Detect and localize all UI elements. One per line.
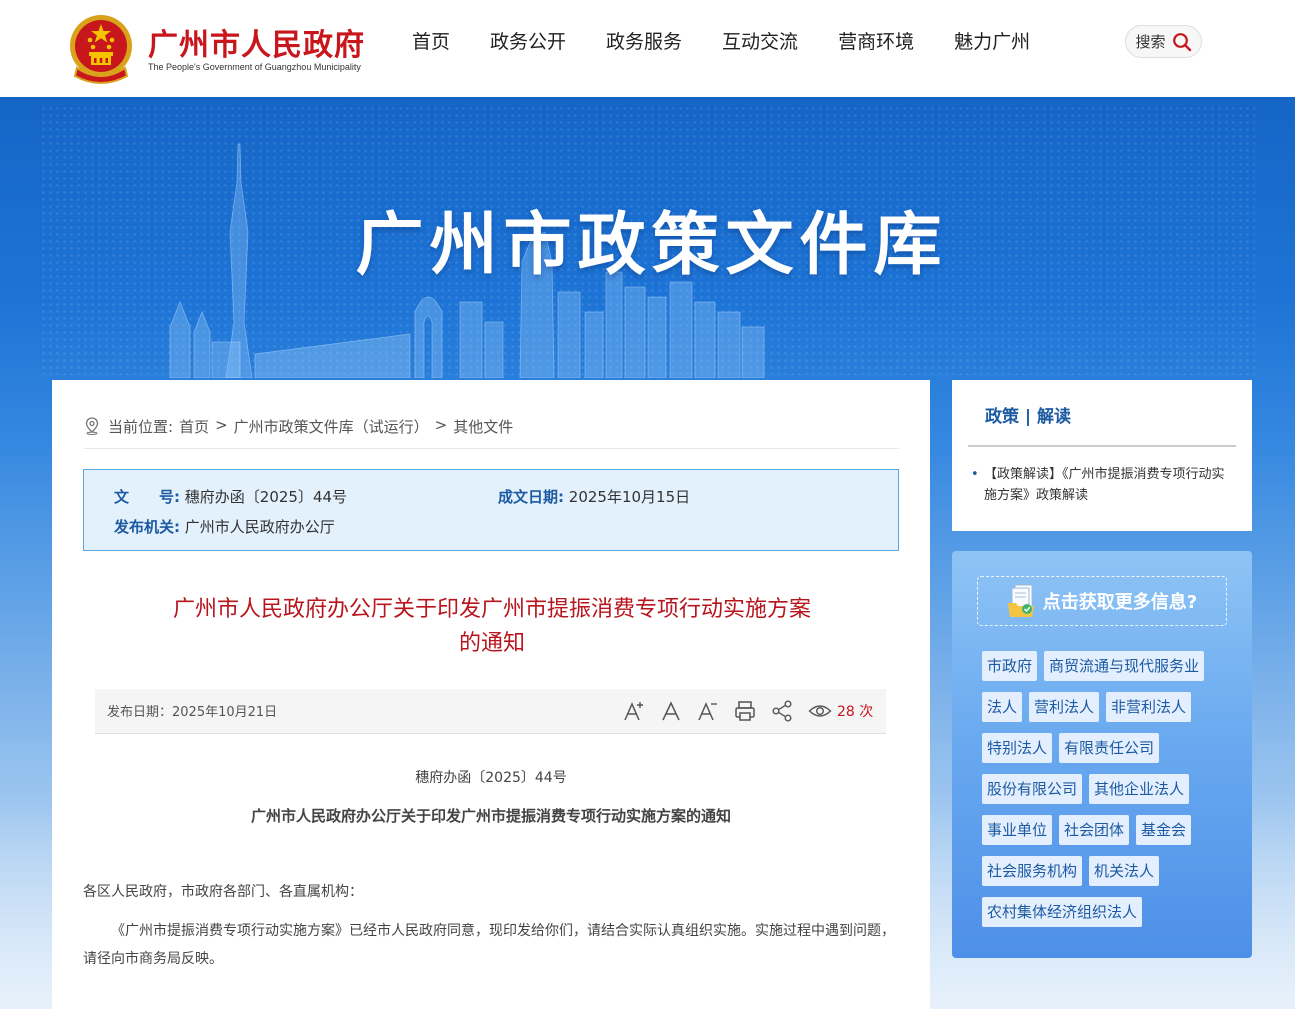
breadcrumb-home[interactable]: 首页 [179,416,209,437]
meta-doc-number: 文 号: 穗府办函〔2025〕44号 [114,486,347,507]
more-info-button[interactable]: 点击获取更多信息? [977,576,1227,626]
main-nav: 首页 政务公开 政务服务 互动交流 营商环境 魅力广州 [412,28,1070,58]
site-subtitle: The People's Government of Guangzhou Mun… [148,62,361,72]
document-title-line1: 广州市人民政府办公厅关于印发广州市提振消费专项行动实施方案 [172,597,811,622]
tag-municipal-government[interactable]: 市政府 [982,651,1038,681]
tag-special-legal-person[interactable]: 特别法人 [982,733,1053,763]
tag-government-agency-legal-person[interactable]: 机关法人 [1089,856,1160,886]
print-icon[interactable] [733,699,757,723]
publish-date: 发布日期：2025年10月21日 [107,705,278,720]
site-title[interactable]: 广州市人民政府 [148,20,365,64]
font-increase-icon[interactable] [622,699,646,723]
divider [968,445,1236,447]
tag-other-enterprise-legal-person[interactable]: 其他企业法人 [1089,774,1190,804]
nav-gov-services[interactable]: 政务服务 [606,28,682,58]
banner-title: 广州市政策文件库 [355,205,948,285]
tag-for-profit-legal-person[interactable]: 营利法人 [1029,692,1100,722]
location-pin-icon [85,417,99,435]
meta-issuer-label: 发布机关: [114,518,180,536]
nav-charm-guangzhou[interactable]: 魅力广州 [954,28,1030,58]
font-reset-icon[interactable] [659,699,683,723]
tag-limited-liability-company[interactable]: 有限责任公司 [1059,733,1160,763]
tag-foundation[interactable]: 基金会 [1136,815,1192,845]
policy-interpretation-link-text: 【政策解读】《广州市提振消费专项行动实施方案》政策解读 [984,467,1225,503]
tag-social-service-agency[interactable]: 社会服务机构 [982,856,1083,886]
document-title: 广州市人民政府办公厅关于印发广州市提振消费专项行动实施方案 的通知 [92,593,892,661]
site-header: 广州市人民政府 The People's Government of Guang… [0,0,1295,97]
document-salutation: 各区人民政府，市政府各部门、各直属机构： [83,884,363,900]
document-body-paragraph: 《广州市提振消费专项行动实施方案》已经市人民政府同意，现印发给你们，请结合实际认… [83,923,895,967]
breadcrumb-other-files[interactable]: 其他文件 [453,416,513,437]
document-check-icon [1007,584,1034,617]
document-card: 当前位置: 首页 > 广州市政策文件库（试运行） > 其他文件 文 号: 穗府办… [52,380,930,1009]
eye-icon [808,705,832,717]
nav-gov-affairs-open[interactable]: 政务公开 [490,28,566,58]
meta-issuer: 发布机关: 广州市人民政府办公厅 [114,516,335,537]
nav-business-environment[interactable]: 营商环境 [838,28,914,58]
search-icon [1172,32,1191,51]
meta-doc-number-label: 文 号: [114,488,180,506]
tag-list: 市政府 商贸流通与现代服务业 法人 营利法人 非营利法人 特别法人 有限责任公司… [982,651,1232,938]
nav-home[interactable]: 首页 [412,28,450,58]
breadcrumb-policy-library[interactable]: 广州市政策文件库（试运行） [234,416,429,437]
meta-date-label: 成文日期: [498,488,564,506]
breadcrumb-prefix: 当前位置: [108,418,174,436]
bullet-icon: • [971,467,979,482]
search-label: 搜索 [1135,33,1166,51]
tag-joint-stock-company[interactable]: 股份有限公司 [982,774,1083,804]
breadcrumb-separator: > [434,416,448,434]
document-toolbar: 发布日期：2025年10月21日 28 次 [95,689,886,734]
more-info-panel: 点击获取更多信息? 市政府 商贸流通与现代服务业 法人 营利法人 非营利法人 特… [952,551,1252,958]
document-subtitle: 广州市人民政府办公厅关于印发广州市提振消费专项行动实施方案的通知 [250,807,731,825]
policy-interpretation-heading: 政策 | 解读 [985,407,1072,427]
document-meta-box: 文 号: 穗府办函〔2025〕44号 成文日期: 2025年10月15日 发布机… [83,469,899,551]
font-decrease-icon[interactable] [696,699,720,723]
search-button[interactable]: 搜索 [1125,25,1202,58]
meta-doc-number-value: 穗府办函〔2025〕44号 [184,488,348,506]
tag-public-institution[interactable]: 事业单位 [982,815,1053,845]
document-number: 穗府办函〔2025〕44号 [415,770,567,786]
document-title-line2: 的通知 [458,631,525,656]
tag-social-organization[interactable]: 社会团体 [1059,815,1130,845]
meta-date-value: 2025年10月15日 [568,488,691,506]
policy-interpretation-link[interactable]: • 【政策解读】《广州市提振消费专项行动实施方案》政策解读 [971,464,1232,506]
view-count-unit: 次 [859,704,874,720]
breadcrumb-separator: > [215,416,228,434]
national-emblem-icon[interactable] [67,10,135,86]
breadcrumb: 当前位置: 首页 > 广州市政策文件库（试运行） > 其他文件 [84,416,899,449]
meta-issuer-value: 广州市人民政府办公厅 [184,518,335,536]
tag-commerce-services[interactable]: 商贸流通与现代服务业 [1044,651,1205,681]
view-count-number: 28 [837,704,855,720]
nav-interaction[interactable]: 互动交流 [722,28,798,58]
policy-interpretation-card: 政策 | 解读 • 【政策解读】《广州市提振消费专项行动实施方案》政策解读 [952,380,1252,531]
tag-rural-collective-economic-org[interactable]: 农村集体经济组织法人 [982,897,1143,927]
tag-legal-person[interactable]: 法人 [982,692,1023,722]
more-info-label: 点击获取更多信息? [1042,592,1198,613]
view-count: 28 次 [837,701,873,721]
tag-non-profit-legal-person[interactable]: 非营利法人 [1106,692,1192,722]
meta-date: 成文日期: 2025年10月15日 [498,486,690,507]
share-icon[interactable] [770,699,794,723]
